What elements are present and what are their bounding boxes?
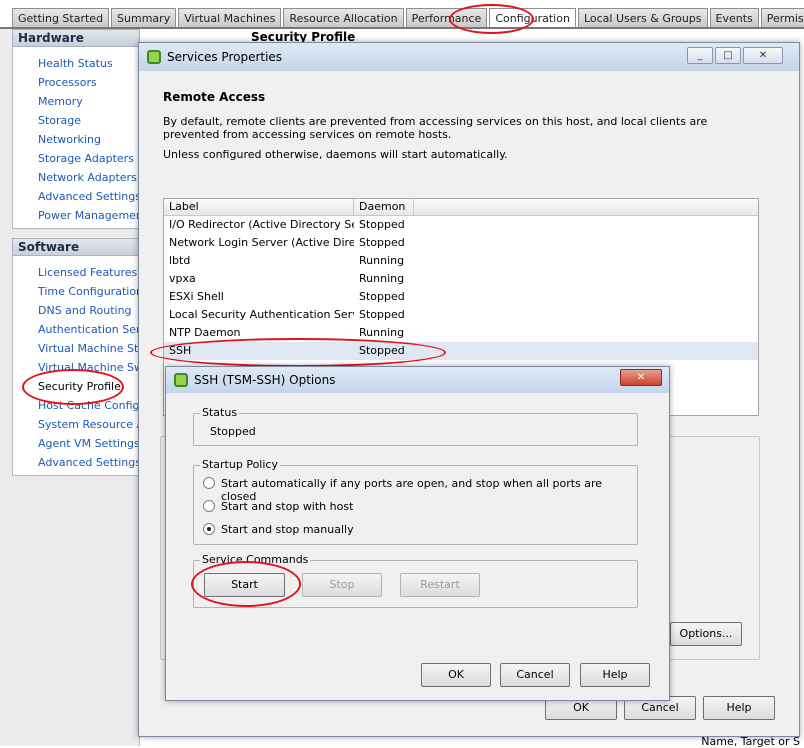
remote-access-description: By default, remote clients are prevented…: [163, 115, 708, 141]
nav-virtual-machine-swapfile[interactable]: Virtual Machine Swapfile: [38, 361, 138, 374]
service-label: I/O Redirector (Active Directory Se...: [169, 218, 354, 231]
col-label[interactable]: Label: [164, 199, 354, 215]
ssh-close-button[interactable]: ✕: [620, 369, 662, 386]
vsphere-app-icon: [147, 50, 161, 64]
nav-host-cache-configuration[interactable]: Host Cache Configuration: [38, 399, 138, 412]
service-daemon-status: Stopped: [359, 344, 405, 357]
service-row[interactable]: Local Security Authentication Serv... Sto…: [164, 306, 758, 324]
service-label: ESXi Shell: [169, 290, 224, 303]
service-row[interactable]: NTP Daemon Running: [164, 324, 758, 342]
minimize-button[interactable]: _: [687, 47, 713, 64]
service-label: SSH: [169, 344, 192, 357]
nav-storage[interactable]: Storage: [38, 114, 138, 127]
nav-system-resource-allocation[interactable]: System Resource Allocation: [38, 418, 138, 431]
policy-radio-auto[interactable]: [203, 477, 215, 489]
service-label: NTP Daemon: [169, 326, 241, 339]
ssh-help-button[interactable]: Help: [580, 663, 650, 687]
policy-radio-manual[interactable]: [203, 523, 215, 535]
startup-policy-group: Startup Policy Start automatically if an…: [193, 458, 638, 545]
tab-configuration[interactable]: Configuration: [489, 8, 576, 28]
tab-virtual-machines[interactable]: Virtual Machines: [178, 8, 282, 28]
tab-resource-allocation[interactable]: Resource Allocation: [283, 8, 404, 28]
nav-health-status[interactable]: Health Status: [38, 57, 138, 70]
tab-performance[interactable]: Performance: [405, 8, 488, 28]
nav-virtual-machine-startup[interactable]: Virtual Machine Startup: [38, 342, 138, 355]
status-group: Status Stopped: [193, 406, 638, 446]
status-label: Status: [200, 406, 240, 419]
nav-processors[interactable]: Processors: [38, 76, 138, 89]
tab-getting-started[interactable]: Getting Started: [12, 8, 110, 28]
services-help-button[interactable]: Help: [703, 696, 775, 720]
close-button[interactable]: ✕: [743, 47, 783, 64]
maximize-button[interactable]: □: [715, 47, 741, 64]
nav-networking[interactable]: Networking: [38, 133, 138, 146]
service-row[interactable]: Network Login Server (Active Direc... Sto…: [164, 234, 758, 252]
service-label: lbtd: [169, 254, 191, 267]
ssh-options-dialog: SSH (TSM-SSH) Options ✕ Status Stopped S…: [165, 366, 670, 701]
service-daemon-status: Running: [359, 326, 405, 339]
nav-time-configuration[interactable]: Time Configuration: [38, 285, 138, 298]
service-daemon-status: Stopped: [359, 218, 405, 231]
nav-advanced-settings[interactable]: Advanced Settings: [38, 456, 138, 469]
services-grid-header: Label Daemon: [164, 199, 758, 216]
service-daemon-status: Running: [359, 272, 405, 285]
service-row[interactable]: vpxa Running: [164, 270, 758, 288]
software-section-title: Software: [12, 238, 140, 256]
service-commands-group: Service Commands Start Stop Restart: [193, 553, 638, 608]
tab-strip: Getting Started Summary Virtual Machines Re…: [0, 8, 804, 28]
daemon-autostart-note: Unless configured otherwise, daemons wil…: [163, 148, 508, 161]
service-row[interactable]: I/O Redirector (Active Directory Se... St…: [164, 216, 758, 234]
tab-permissions[interactable]: Permissions: [760, 8, 804, 28]
service-row[interactable]: ESXi Shell Stopped: [164, 288, 758, 306]
service-label: Network Login Server (Active Direc...: [169, 236, 354, 249]
service-daemon-status: Stopped: [359, 236, 405, 249]
nav-memory[interactable]: Memory: [38, 95, 138, 108]
stop-button[interactable]: Stop: [302, 573, 382, 597]
status-value: Stopped: [210, 425, 256, 438]
ssh-dialog-title: SSH (TSM-SSH) Options: [194, 373, 336, 387]
nav-storage-adapters[interactable]: Storage Adapters: [38, 152, 138, 165]
service-daemon-status: Stopped: [359, 308, 405, 321]
tab-events[interactable]: Events: [709, 8, 759, 28]
service-daemon-status: Stopped: [359, 290, 405, 303]
vsphere-app-icon: [174, 373, 188, 387]
nav-authentication-services[interactable]: Authentication Services: [38, 323, 138, 336]
startup-policy-label: Startup Policy: [200, 458, 280, 471]
service-commands-label: Service Commands: [200, 553, 311, 566]
policy-radio-host[interactable]: [203, 500, 215, 512]
tab-local-users-groups[interactable]: Local Users & Groups: [577, 8, 708, 28]
restart-button[interactable]: Restart: [400, 573, 480, 597]
remote-access-title: Remote Access: [163, 90, 266, 104]
options-button[interactable]: Options...: [670, 622, 742, 646]
service-label: vpxa: [169, 272, 196, 285]
policy-label-manual: Start and stop manually: [221, 523, 354, 536]
col-daemon[interactable]: Daemon: [354, 199, 414, 215]
service-label: Local Security Authentication Serv...: [169, 308, 354, 321]
ssh-dialog-titlebar: SSH (TSM-SSH) Options: [166, 367, 669, 393]
tab-summary[interactable]: Summary: [111, 8, 177, 28]
start-button[interactable]: Start: [204, 573, 285, 597]
nav-power-management[interactable]: Power Management: [38, 209, 138, 222]
policy-label-host: Start and stop with host: [221, 500, 354, 513]
nav-security-profile[interactable]: Security Profile: [38, 380, 138, 393]
nav-network-adapters[interactable]: Network Adapters: [38, 171, 138, 184]
hardware-section-title: Hardware: [12, 29, 140, 47]
service-row[interactable]: SSH Stopped: [164, 342, 758, 360]
nav-dns-and-routing[interactable]: DNS and Routing: [38, 304, 138, 317]
ssh-ok-button[interactable]: OK: [421, 663, 491, 687]
nav-agent-vm-settings[interactable]: Agent VM Settings: [38, 437, 138, 450]
ssh-cancel-button[interactable]: Cancel: [500, 663, 570, 687]
nav-advanced-settings[interactable]: Advanced Settings: [38, 190, 138, 203]
remote-access-section: Remote Access By default, remote clients…: [163, 88, 773, 161]
service-row[interactable]: lbtd Running: [164, 252, 758, 270]
service-daemon-status: Running: [359, 254, 405, 267]
services-dialog-title: Services Properties: [167, 50, 283, 64]
nav-licensed-features[interactable]: Licensed Features: [38, 266, 138, 279]
